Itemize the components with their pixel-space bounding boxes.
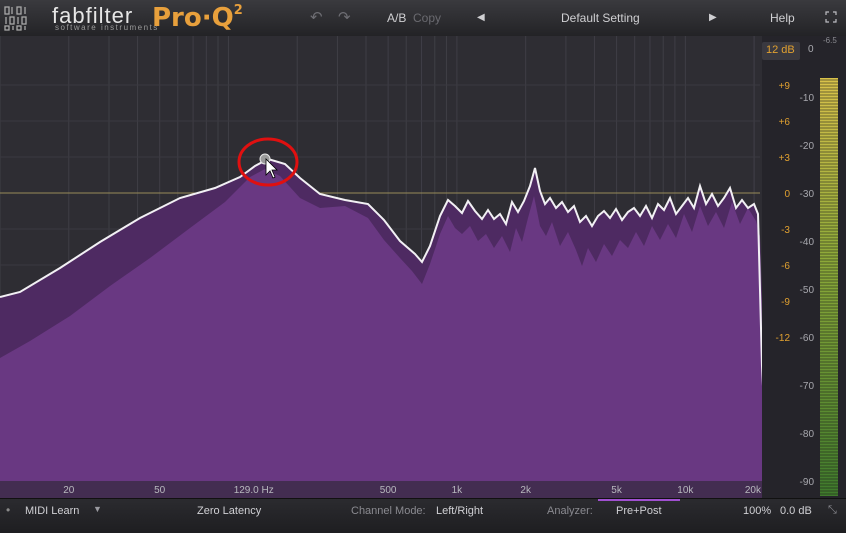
eq-graph-canvas[interactable]: +9 +6 +3 0 -3 -6 -9 -12 -10 -20 -30 -40 -50 -60 -70 -8… bbox=[0, 36, 846, 498]
eq-scale-label: +6 bbox=[779, 117, 791, 128]
preset-prev-button[interactable]: ◀ bbox=[477, 12, 485, 23]
frequency-label: 2k bbox=[520, 485, 532, 496]
frequency-label: 1k bbox=[452, 485, 464, 496]
eq-scale-label: -6 bbox=[781, 261, 790, 272]
range-label[interactable]: 12 dB bbox=[766, 44, 795, 56]
channel-mode-value[interactable]: Left/Right bbox=[436, 505, 483, 517]
frequency-label: 5k bbox=[611, 485, 623, 496]
frequency-label: 50 bbox=[154, 485, 166, 496]
ab-button[interactable]: A/B bbox=[387, 11, 406, 25]
analyzer-scale-label: -30 bbox=[800, 189, 815, 200]
eq-scale-label: +3 bbox=[779, 153, 791, 164]
header-bar: fabfilter software instruments Pro·Q2 ↶ … bbox=[0, 0, 846, 37]
eq-scale-label: +9 bbox=[779, 81, 791, 92]
eq-scale-label: 0 bbox=[784, 189, 790, 200]
analyzer-scale-label: -90 bbox=[800, 477, 815, 488]
midi-learn-button[interactable]: MIDI Learn bbox=[25, 505, 79, 517]
redo-icon[interactable]: ↷ bbox=[338, 8, 351, 26]
analyzer-label: Analyzer: bbox=[547, 505, 593, 517]
product-version: 2 bbox=[233, 3, 243, 19]
preset-name[interactable]: Default Setting bbox=[561, 11, 640, 25]
eq-scale-label: -3 bbox=[781, 225, 790, 236]
help-button[interactable]: Help bbox=[770, 11, 795, 25]
frequency-label: 10k bbox=[677, 485, 694, 496]
fullscreen-icon[interactable] bbox=[825, 11, 837, 26]
undo-icon[interactable]: ↶ bbox=[310, 8, 323, 26]
analyzer-scale-label: -50 bbox=[800, 285, 815, 296]
eq-scale-label: -12 bbox=[776, 333, 791, 344]
analyzer-scale-label: -20 bbox=[800, 141, 815, 152]
frequency-label: 20k bbox=[745, 485, 762, 496]
bottom-bar: • MIDI Learn ▼ Zero Latency Channel Mode… bbox=[0, 498, 846, 533]
analyzer-scale-label: -80 bbox=[800, 429, 815, 440]
product-label: Pro·Q bbox=[152, 3, 234, 33]
product-name: Pro·Q2 bbox=[152, 3, 243, 33]
brand-subtitle: software instruments bbox=[55, 23, 159, 32]
meter-peak-label: -6.5 bbox=[823, 36, 837, 45]
latency-button[interactable]: Zero Latency bbox=[197, 505, 261, 517]
fabfilter-logo-icon bbox=[3, 5, 49, 31]
channel-mode-label: Channel Mode: bbox=[351, 505, 426, 517]
zoom-value[interactable]: 100% bbox=[743, 505, 771, 517]
frequency-label: 20 bbox=[63, 485, 75, 496]
midi-dropdown-icon[interactable]: ▼ bbox=[93, 504, 102, 514]
analyzer-indicator bbox=[598, 499, 680, 501]
eq-scale-label: -9 bbox=[781, 297, 790, 308]
output-gain-value[interactable]: 0.0 dB bbox=[780, 505, 812, 517]
power-dot-icon[interactable]: • bbox=[6, 503, 10, 517]
analyzer-value[interactable]: Pre+Post bbox=[616, 505, 662, 517]
preset-next-button[interactable]: ▶ bbox=[709, 12, 717, 23]
frequency-label: 129.0 Hz bbox=[234, 485, 274, 496]
analyzer-scale-label: -10 bbox=[800, 93, 815, 104]
analyzer-scale-label: -60 bbox=[800, 333, 815, 344]
analyzer-scale-label: -70 bbox=[800, 381, 815, 392]
zero-label: 0 bbox=[808, 44, 814, 55]
eq-display[interactable]: +9 +6 +3 0 -3 -6 -9 -12 -10 -20 -30 -40 -50 -60 -70 -8… bbox=[0, 36, 846, 498]
analyzer-scale-label: -40 bbox=[800, 237, 815, 248]
frequency-label: 500 bbox=[380, 485, 397, 496]
resize-icon[interactable]: ⤡ bbox=[828, 504, 837, 517]
copy-button[interactable]: Copy bbox=[413, 11, 441, 25]
